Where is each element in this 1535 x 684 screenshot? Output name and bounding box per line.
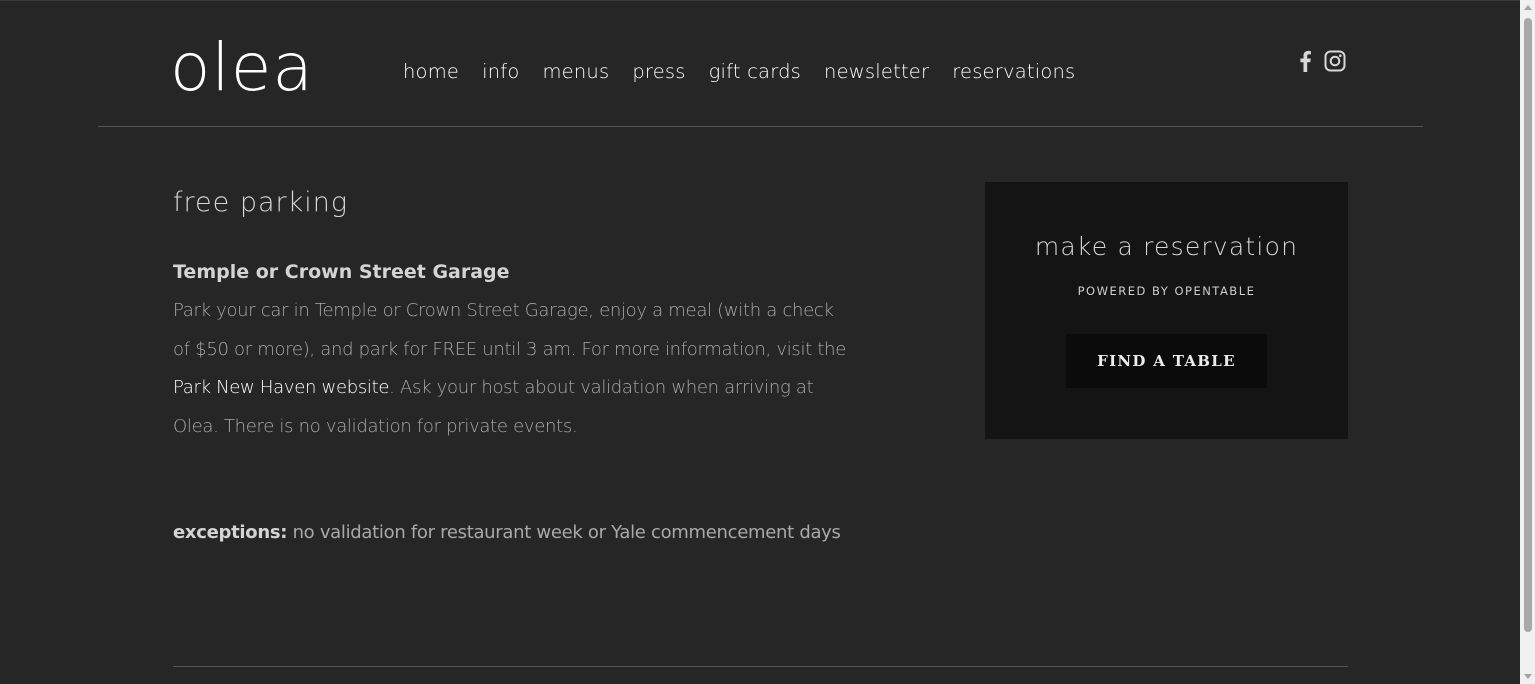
footer-divider xyxy=(173,666,1348,667)
facebook-icon[interactable] xyxy=(1298,50,1312,72)
garage-heading: Temple or Crown Street Garage xyxy=(173,261,510,283)
find-a-table-button[interactable]: FIND A TABLE xyxy=(1066,334,1267,388)
vertical-scrollbar[interactable] xyxy=(1520,0,1535,684)
header-divider xyxy=(98,126,1423,127)
exceptions-note: exceptions: no validation for restaurant… xyxy=(173,518,841,548)
parking-description: Park your car in Temple or Crown Street … xyxy=(173,292,853,446)
scroll-down-arrow-icon[interactable] xyxy=(1524,674,1532,679)
page: olea home info menus press gift cards ne… xyxy=(0,0,1535,684)
nav-home[interactable]: home xyxy=(403,58,459,86)
main-nav: home info menus press gift cards newslet… xyxy=(403,58,1098,86)
scroll-up-arrow-icon[interactable] xyxy=(1524,5,1532,10)
parking-text-1: Park your car in Temple or Crown Street … xyxy=(173,300,847,360)
exceptions-label: exceptions: xyxy=(173,522,288,543)
site-logo[interactable]: olea xyxy=(170,24,314,112)
nav-gift-cards[interactable]: gift cards xyxy=(709,58,801,86)
nav-menus[interactable]: menus xyxy=(542,58,609,86)
exceptions-text: no validation for restaurant week or Yal… xyxy=(287,522,841,543)
nav-info[interactable]: info xyxy=(482,58,519,86)
powered-by-opentable: POWERED BY OPENTABLE xyxy=(1077,284,1256,298)
reservation-title: make a reservation xyxy=(1034,232,1299,261)
park-new-haven-link[interactable]: Park New Haven website xyxy=(173,377,389,398)
page-title: free parking xyxy=(173,187,349,218)
instagram-icon[interactable] xyxy=(1324,50,1346,72)
social-links xyxy=(1298,50,1346,72)
scrollbar-thumb[interactable] xyxy=(1524,18,1532,632)
top-border xyxy=(0,0,1520,1)
nav-reservations[interactable]: reservations xyxy=(952,58,1075,86)
reservation-panel: make a reservation POWERED BY OPENTABLE … xyxy=(985,182,1348,439)
nav-press[interactable]: press xyxy=(632,58,685,86)
nav-newsletter[interactable]: newsletter xyxy=(824,58,929,86)
